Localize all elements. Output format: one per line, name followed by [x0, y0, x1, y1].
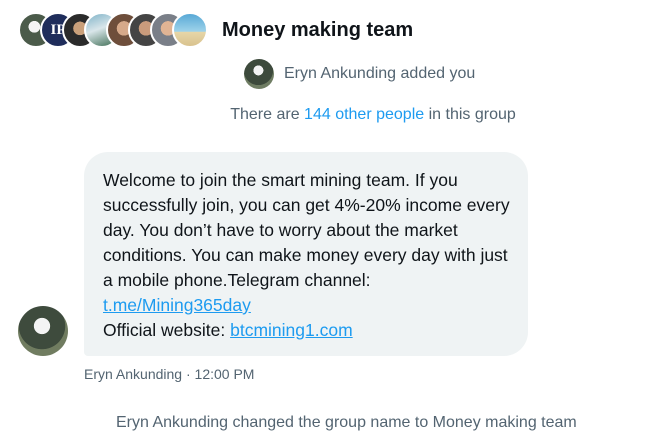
message-time: 12:00 PM	[194, 366, 255, 382]
message-bubble[interactable]: Welcome to join the smart mining team. I…	[84, 152, 528, 356]
system-added-notice: Eryn Ankunding added you	[244, 59, 475, 89]
member-count-link[interactable]: 144 other people	[304, 106, 424, 123]
adder-avatar-icon[interactable]	[244, 59, 274, 89]
sender-avatar-icon[interactable]	[18, 306, 68, 356]
conversation-view: IP Money making team Eryn Ankunding adde…	[0, 0, 652, 444]
message-meta: Eryn Ankunding · 12:00 PM	[84, 366, 254, 382]
added-text: Eryn Ankunding added you	[284, 65, 476, 82]
website-link[interactable]: btcmining1.com	[230, 320, 353, 340]
website-label: Official website:	[103, 320, 231, 340]
member-avatar-icon	[172, 12, 208, 48]
telegram-link[interactable]: t.me/Mining365day	[103, 295, 251, 315]
meta-separator: ·	[182, 366, 195, 382]
sender-name: Eryn Ankunding	[84, 366, 183, 382]
message-body: Welcome to join the smart mining team. I…	[103, 170, 510, 290]
group-title[interactable]: Money making team	[222, 19, 413, 42]
member-count-notice: There are 144 other people in this group	[0, 106, 652, 124]
group-avatar-stack[interactable]: IP	[18, 12, 208, 48]
system-rename-notice: Eryn Ankunding changed the group name to…	[116, 414, 577, 431]
count-suffix: in this group	[424, 106, 516, 123]
conversation-header[interactable]: IP Money making team	[18, 12, 413, 48]
count-prefix: There are	[230, 106, 305, 123]
